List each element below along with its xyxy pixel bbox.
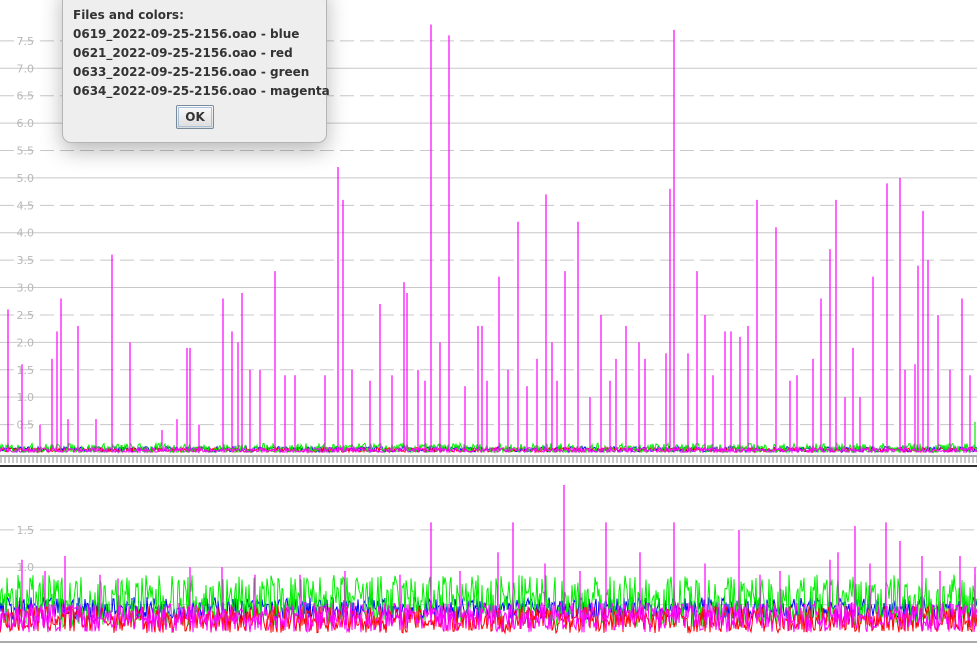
top-y-tick-label: 6.0 xyxy=(17,117,35,130)
bottom-chart-panel: 0.51.01.5 xyxy=(0,484,977,643)
top-y-tick-label: 7.0 xyxy=(17,62,35,75)
file-color-line-green: 0633_2022-09-25-2156.oao - green xyxy=(73,65,310,79)
top-y-tick-label: 3.5 xyxy=(17,254,35,267)
top-y-tick-label: 5.5 xyxy=(17,145,35,158)
dialog-heading: Files and colors: xyxy=(73,8,184,22)
top-y-tick-label: 4.0 xyxy=(17,227,35,240)
top-y-tick-label: 3.0 xyxy=(17,282,35,295)
dialog-message: Files and colors: 0619_2022-09-25-2156.o… xyxy=(73,6,330,101)
bottom-y-tick-label: 1.5 xyxy=(17,524,35,537)
file-color-line-blue: 0619_2022-09-25-2156.oao - blue xyxy=(73,27,300,41)
file-color-line-magenta: 0634_2022-09-25-2156.oao - magenta xyxy=(73,84,330,98)
top-y-tick-label: 7.5 xyxy=(17,35,35,48)
files-and-colors-dialog: Files and colors: 0619_2022-09-25-2156.o… xyxy=(62,0,330,143)
top-y-tick-label: 6.5 xyxy=(17,90,35,103)
top-y-tick-label: 2.0 xyxy=(17,336,35,349)
top-y-tick-label: 1.5 xyxy=(17,364,35,377)
top-y-tick-label: 2.5 xyxy=(17,309,35,322)
top-y-tick-label: 1.0 xyxy=(17,391,35,404)
ok-button[interactable]: OK xyxy=(176,105,214,129)
file-color-line-red: 0621_2022-09-25-2156.oao - red xyxy=(73,46,293,60)
bottom-y-tick-label: 1.0 xyxy=(17,561,35,574)
top-y-tick-label: 5.0 xyxy=(17,172,35,185)
top-y-tick-label: 0.5 xyxy=(17,419,35,432)
top-y-tick-label: 4.5 xyxy=(17,199,35,212)
